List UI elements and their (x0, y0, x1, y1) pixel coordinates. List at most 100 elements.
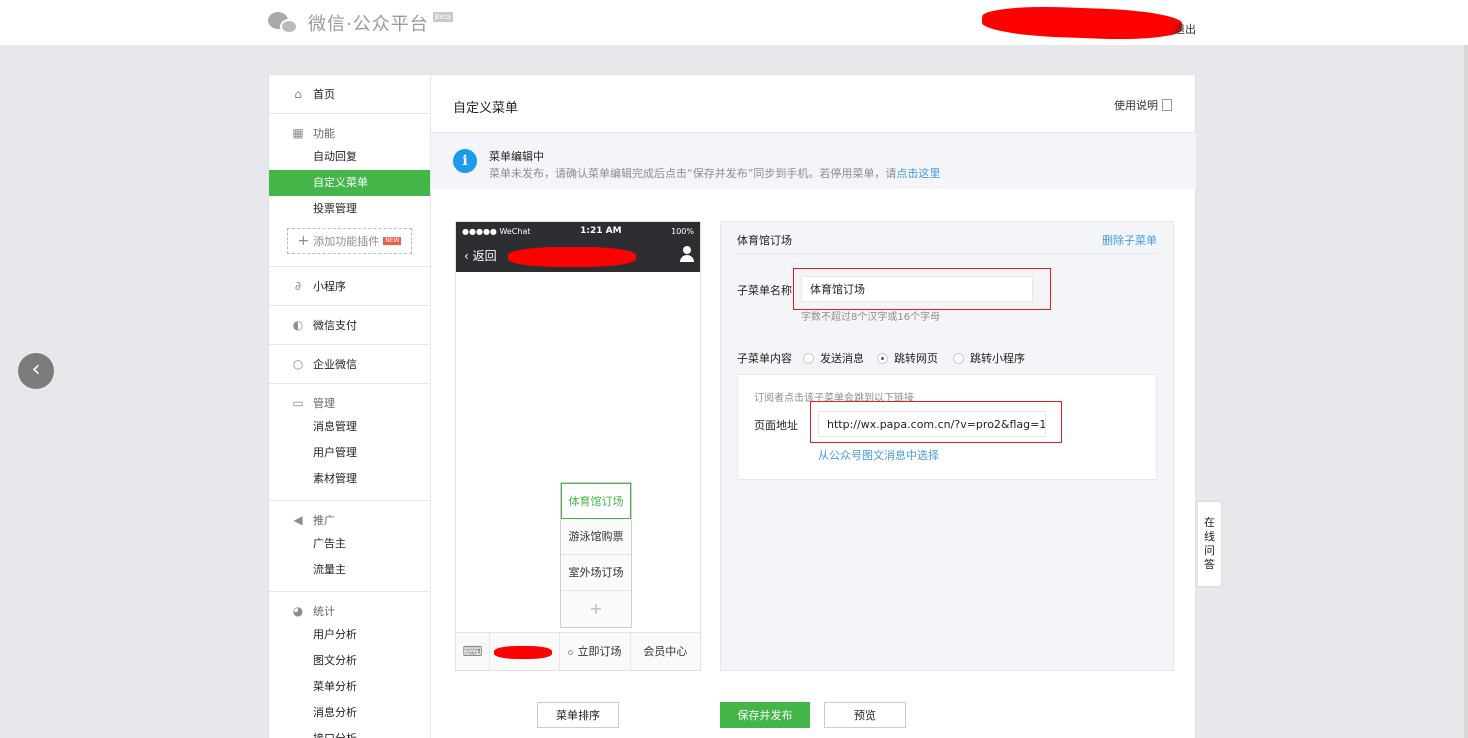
document-icon (1162, 99, 1172, 111)
radio-jump-webpage[interactable]: 跳转网页 (877, 350, 938, 366)
sidebar-item-materials[interactable]: 素材管理 (269, 466, 430, 492)
name-label: 子菜单名称 (737, 284, 792, 297)
redacted-account-name (981, 4, 1183, 42)
beta-badge: Beta (432, 12, 453, 22)
sidebar-item-mini-program[interactable]: ∂ 小程序 (269, 275, 430, 297)
mini-program-icon: ∂ (294, 279, 302, 293)
keyboard-icon[interactable]: ⌨ (456, 633, 490, 670)
online-qa-button[interactable]: 在 线 问 答 (1197, 501, 1222, 587)
editor-header: 体育馆订场 删除子菜单 (737, 222, 1157, 254)
menu-tab-redacted[interactable] (490, 633, 561, 670)
content-header: 自定义菜单 使用说明 (431, 75, 1196, 133)
submenu-item-gym[interactable]: 体育馆订场 (561, 483, 631, 519)
sidebar-item-custom-menu[interactable]: 自定义菜单 (269, 170, 430, 196)
pay-icon: ◐ (292, 318, 304, 332)
inbox-icon: ▭ (292, 396, 304, 410)
sidebar-item-auto-reply[interactable]: 自动回复 (269, 144, 430, 170)
submenu-item-outdoor[interactable]: 室外场订场 (561, 555, 631, 591)
editor-title: 体育馆订场 (737, 234, 792, 247)
sidebar-item-vote[interactable]: 投票管理 (269, 196, 430, 222)
phone-status-bar: ●●●●● WeChat 1:21 AM 100% (462, 226, 694, 236)
sidebar-item-messages[interactable]: 消息管理 (269, 414, 430, 440)
top-bar: 微信·公众平台 Beta 退出 (0, 0, 1468, 45)
sidebar-item-home[interactable]: ⌂ 首页 (269, 83, 430, 105)
notice-text: 菜单未发布，请确认菜单编辑完成后点击“保存并发布”同步到手机。若停用菜单，请点击… (489, 167, 941, 180)
enterprise-icon: ○ (292, 357, 304, 371)
grid-icon: ▦ (292, 126, 304, 140)
prev-arrow-icon[interactable]: ‹ (18, 353, 54, 389)
content: 自定义菜单 使用说明 i 菜单编辑中 菜单未发布，请确认菜单编辑完成后点击“保存… (431, 75, 1196, 738)
menu-tab-book[interactable]: 立即订场 (560, 633, 631, 670)
add-submenu-button[interactable]: + (561, 591, 631, 627)
sidebar-heading-features: ▦ 功能 (292, 126, 335, 140)
radio-icon (953, 352, 964, 364)
radio-send-message[interactable]: 发送消息 (803, 350, 864, 366)
back-button: ‹ 返回 (464, 249, 497, 263)
sidebar-section-features: ▦ 功能 自动回复 自定义菜单 投票管理 + 添加功能插件 NEW (269, 114, 430, 267)
pick-from-articles-link[interactable]: 从公众号图文消息中选择 (818, 447, 939, 463)
sidebar-section-mini-program: ∂ 小程序 (269, 267, 430, 306)
radio-icon (803, 352, 814, 364)
notice-title: 菜单编辑中 (489, 150, 544, 163)
brand-title: 微信·公众平台 (308, 14, 429, 35)
sidebar-item-advertiser[interactable]: 广告主 (269, 531, 430, 557)
disable-menu-link[interactable]: 点击这里 (896, 167, 940, 180)
submenu-list: 体育馆订场 游泳馆购票 室外场订场 + (560, 482, 632, 628)
page-title: 自定义菜单 (453, 101, 519, 116)
sidebar-item-publisher[interactable]: 流量主 (269, 557, 430, 583)
radio-checked-icon (877, 352, 888, 364)
highlight-box (793, 268, 1051, 310)
help-link[interactable]: 使用说明 (1114, 97, 1172, 113)
phone-preview: ●●●●● WeChat 1:21 AM 100% ‹ 返回 体育馆订场 游泳馆… (455, 221, 701, 671)
plus-icon: + (297, 233, 310, 249)
editing-notice: i 菜单编辑中 菜单未发布，请确认菜单编辑完成后点击“保存并发布”同步到手机。若… (431, 133, 1196, 189)
new-badge: NEW (383, 237, 402, 245)
preview-button[interactable]: 预览 (824, 702, 906, 728)
redacted-menu-name (494, 646, 552, 659)
sidebar-item-enterprise[interactable]: ○ 企业微信 (269, 353, 430, 375)
sidebar-heading-stats: ◕ 统计 (292, 604, 335, 618)
content-label: 子菜单内容 (737, 352, 792, 365)
scrollbar[interactable] (1464, 45, 1468, 738)
phone-header: ●●●●● WeChat 1:21 AM 100% ‹ 返回 (456, 222, 700, 272)
wechat-logo-icon (268, 10, 300, 36)
sidebar: ⌂ 首页 ▦ 功能 自动回复 自定义菜单 投票管理 + 添加功能插件 NEW ∂… (269, 75, 431, 738)
sidebar-item-article-analysis[interactable]: 图文分析 (269, 648, 430, 674)
sidebar-section-enterprise: ○ 企业微信 (269, 345, 430, 384)
main-card: ⌂ 首页 ▦ 功能 自动回复 自定义菜单 投票管理 + 添加功能插件 NEW ∂… (268, 74, 1196, 738)
phone-menu-bar: ⌨ 立即订场 会员中心 (456, 632, 700, 670)
info-icon: i (453, 149, 477, 173)
brand[interactable]: 微信·公众平台 Beta (268, 10, 453, 36)
sidebar-heading-manage: ▭ 管理 (292, 396, 335, 410)
url-label: 页面地址 (754, 419, 798, 432)
sidebar-section-home: ⌂ 首页 (269, 75, 430, 114)
name-hint: 字数不超过8个汉字或16个字母 (801, 312, 941, 323)
sidebar-item-message-analysis[interactable]: 消息分析 (269, 700, 430, 726)
sidebar-item-wechat-pay[interactable]: ◐ 微信支付 (269, 314, 430, 336)
dot-icon (568, 649, 574, 655)
sidebar-item-users[interactable]: 用户管理 (269, 440, 430, 466)
sidebar-item-api-analysis[interactable]: 接口分析 (269, 726, 430, 738)
logout-link[interactable]: 退出 (1174, 21, 1196, 37)
menu-sort-button[interactable]: 菜单排序 (537, 702, 619, 728)
add-plugin-button[interactable]: + 添加功能插件 NEW (287, 228, 412, 254)
delete-submenu-link[interactable]: 删除子菜单 (1102, 232, 1157, 248)
submenu-editor: 体育馆订场 删除子菜单 子菜单名称 体育馆订场 字数不超过8个汉字或16个字母 … (720, 221, 1174, 671)
save-publish-button[interactable]: 保存并发布 (720, 702, 810, 728)
sidebar-section-promote: ◀ 推广 广告主 流量主 (269, 501, 430, 592)
sidebar-item-user-analysis[interactable]: 用户分析 (269, 622, 430, 648)
user-icon (680, 246, 694, 262)
phone-nav: ‹ 返回 (456, 240, 700, 272)
sidebar-section-pay: ◐ 微信支付 (269, 306, 430, 345)
submenu-item-swimming[interactable]: 游泳馆购票 (561, 519, 631, 555)
menu-tab-member[interactable]: 会员中心 (631, 633, 700, 670)
sidebar-heading-promote: ◀ 推广 (269, 509, 430, 531)
home-icon: ⌂ (294, 87, 302, 101)
highlight-box (810, 401, 1062, 443)
sidebar-section-manage: ▭ 管理 消息管理 用户管理 素材管理 (269, 384, 430, 501)
radio-jump-mini-program[interactable]: 跳转小程序 (953, 350, 1025, 366)
megaphone-icon: ◀ (293, 513, 303, 527)
redacted-account-title (508, 247, 636, 267)
sidebar-item-menu-analysis[interactable]: 菜单分析 (269, 674, 430, 700)
pie-chart-icon: ◕ (292, 604, 304, 618)
